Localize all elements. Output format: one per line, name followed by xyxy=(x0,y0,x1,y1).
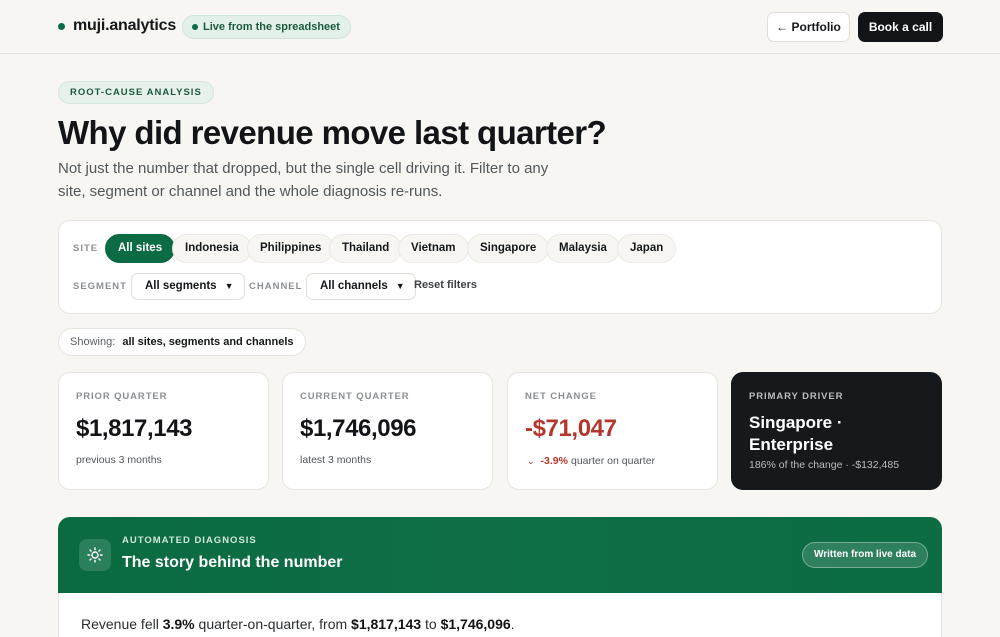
site-chip-malaysia[interactable]: Malaysia xyxy=(546,234,620,263)
diagnosis-eyebrow: AUTOMATED DIAGNOSIS xyxy=(122,535,257,546)
sun-icon xyxy=(79,539,111,571)
brand-name: muji.analytics xyxy=(73,17,177,34)
page-subtitle: Not just the number that dropped, but th… xyxy=(58,160,549,200)
card-label: NET CHANGE xyxy=(525,391,597,402)
brand-dot-icon xyxy=(58,22,65,30)
live-status-text: Live from the spreadsheet xyxy=(203,21,340,33)
site-chip-indonesia[interactable]: Indonesia xyxy=(172,234,252,263)
segment-filter-label: SEGMENT xyxy=(73,281,127,292)
card-value: $1,746,096 xyxy=(300,415,417,442)
brand[interactable]: muji.analytics xyxy=(58,17,176,35)
card-label: CURRENT QUARTER xyxy=(300,391,410,402)
segment-select-value: All segments xyxy=(145,280,217,292)
reset-filters-button[interactable]: Reset filters xyxy=(414,279,477,291)
live-status-badge: Live from the spreadsheet xyxy=(182,15,351,39)
section-eyebrow: ROOT-CAUSE ANALYSIS xyxy=(58,81,214,104)
card-subtext: latest 3 months xyxy=(300,454,372,466)
segment-select[interactable]: All segments ▼ xyxy=(131,273,245,300)
diagnosis-body: Revenue fell 3.9% quarter-on-quarter, fr… xyxy=(58,593,942,637)
page-title: Why did revenue move last quarter? xyxy=(58,114,607,151)
channel-select-value: All channels xyxy=(320,280,388,292)
channel-select[interactable]: All channels ▼ xyxy=(306,273,416,300)
card-value: -$71,047 xyxy=(525,415,617,442)
current-quarter-card: CURRENT QUARTER $1,746,096 latest 3 mont… xyxy=(282,372,493,490)
showing-summary: Showing: all sites, segments and channel… xyxy=(58,328,306,356)
site-chip-philippines[interactable]: Philippines xyxy=(247,234,335,263)
diagnosis-summary: Revenue fell 3.9% quarter-on-quarter, fr… xyxy=(81,616,515,632)
diagnosis-title: The story behind the number xyxy=(122,554,343,571)
portfolio-button[interactable]: ← Portfolio xyxy=(767,12,850,42)
card-label: PRIOR QUARTER xyxy=(76,391,168,402)
site-chip-japan[interactable]: Japan xyxy=(617,234,677,263)
driver-title: Singapore · Enterprise xyxy=(749,413,843,454)
change-percent: -3.9% xyxy=(540,455,568,467)
site-chip-all[interactable]: All sites xyxy=(105,234,176,263)
site-chip-thailand[interactable]: Thailand xyxy=(329,234,403,263)
showing-value: all sites, segments and channels xyxy=(122,336,294,348)
chevron-down-icon: ▼ xyxy=(224,281,234,291)
card-subtext: 186% of the change · -$132,485 xyxy=(749,459,900,471)
top-bar: muji.analytics Live from the spreadsheet… xyxy=(0,0,1000,54)
primary-driver-card: PRIMARY DRIVER Singapore · Enterprise 18… xyxy=(731,372,942,490)
live-data-badge: Written from live data xyxy=(802,542,929,568)
filter-panel: SITE All sites Indonesia Philippines Tha… xyxy=(58,220,942,314)
change-period: quarter on quarter xyxy=(570,455,656,467)
card-value: $1,817,143 xyxy=(76,415,193,442)
card-subtext: previous 3 months xyxy=(76,454,162,466)
chevron-down-icon: ▼ xyxy=(395,281,405,291)
net-change-card: NET CHANGE -$71,047 ⌄ -3.9% quarter on qua… xyxy=(507,372,718,490)
live-dot-icon xyxy=(192,24,198,30)
prior-quarter-card: PRIOR QUARTER $1,817,143 previous 3 mont… xyxy=(58,372,269,490)
site-chip-vietnam[interactable]: Vietnam xyxy=(398,234,469,263)
chevron-down-icon: ⌄ xyxy=(527,456,535,466)
site-chip-singapore[interactable]: Singapore xyxy=(467,234,550,263)
book-call-button[interactable]: Book a call xyxy=(858,12,943,42)
channel-filter-label: CHANNEL xyxy=(249,281,303,292)
diagnosis-header: AUTOMATED DIAGNOSIS The story behind the… xyxy=(58,517,942,593)
showing-label: Showing: xyxy=(70,336,116,348)
card-label: PRIMARY DRIVER xyxy=(749,391,844,402)
site-filter-label: SITE xyxy=(73,243,99,254)
card-subtext: ⌄ -3.9% quarter on quarter xyxy=(527,455,655,467)
